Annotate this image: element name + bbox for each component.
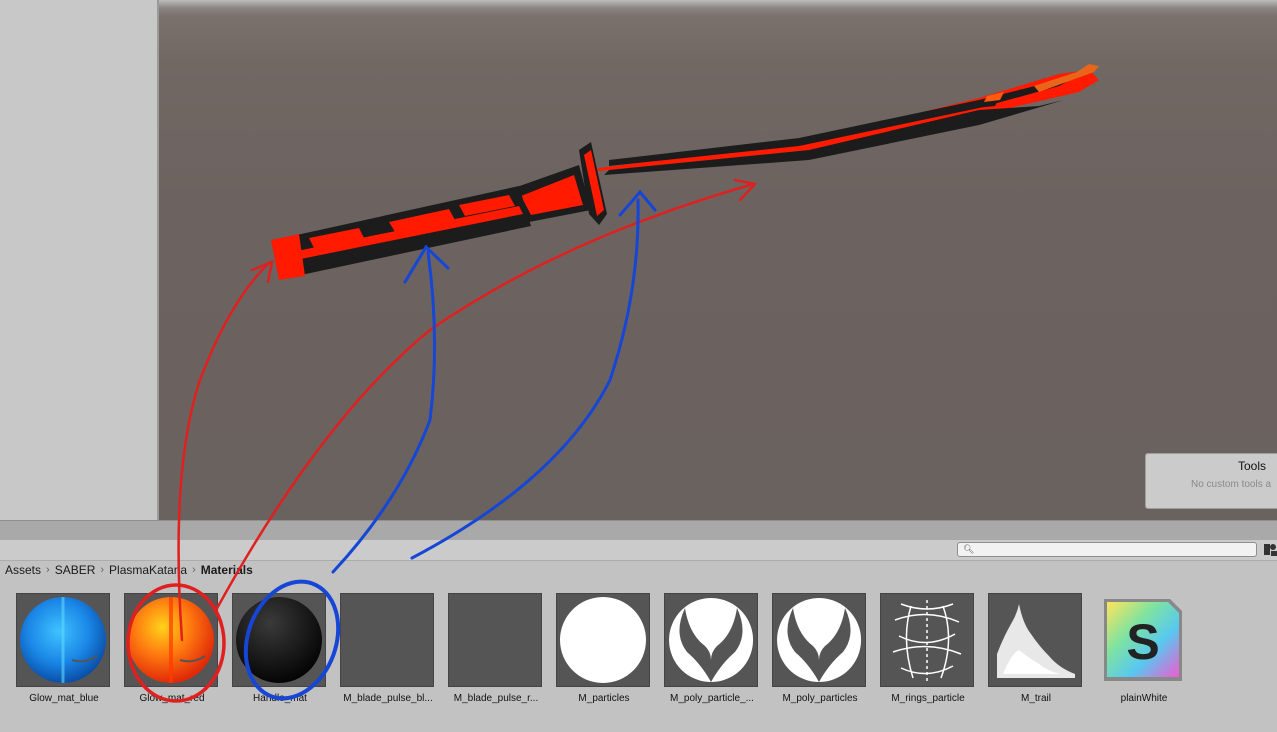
chevron-right-icon: › [100,564,105,576]
shader-graph-icon: S [1096,593,1190,687]
red-glow-sphere-icon [124,593,218,687]
tools-title: Tools [1237,459,1266,473]
filter-by-type-icon[interactable] [1264,542,1277,557]
scene-view[interactable]: Tools No custom tools a [159,0,1277,520]
breadcrumb-assets[interactable]: Assets [5,563,41,577]
blue-glow-sphere-icon [16,593,110,687]
breadcrumb-materials[interactable]: Materials [201,563,253,577]
search-input[interactable]: 🔍︎ [957,542,1257,557]
rings-particle-icon [880,593,974,687]
breadcrumb-plasmakatana[interactable]: PlasmaKatana [109,563,187,577]
asset-label: plainWhite [1120,693,1168,704]
breadcrumb-saber[interactable]: SABER [55,563,96,577]
tools-subtitle: No custom tools a [1191,479,1272,490]
project-toolbar: 🔍︎ [0,540,1277,561]
hierarchy-panel [0,0,159,520]
chevron-right-icon: › [46,564,50,576]
asset-grid: Glow_mat_blue Glow_mat_red Handle_mat M_… [0,590,1277,730]
search-icon: 🔍︎ [963,544,975,554]
smoke-trail-icon [988,593,1082,687]
breadcrumb: Assets › SABER › PlasmaKatana › Material… [5,563,253,577]
katana-model [271,64,1099,280]
panel-splitter[interactable] [0,520,1277,541]
svg-text:S: S [1126,614,1159,670]
tools-overlay[interactable]: Tools No custom tools a [1145,453,1277,509]
horns-particle-icon [664,593,758,687]
black-sphere-icon [232,593,326,687]
blank-material-icon [340,593,434,687]
white-circle-icon [556,593,650,687]
project-window: 🔍︎ Assets › SABER › PlasmaKatana › Mater… [0,540,1277,732]
blank-material-icon [448,593,542,687]
chevron-right-icon: › [192,564,196,576]
horns-particle-icon [772,593,866,687]
